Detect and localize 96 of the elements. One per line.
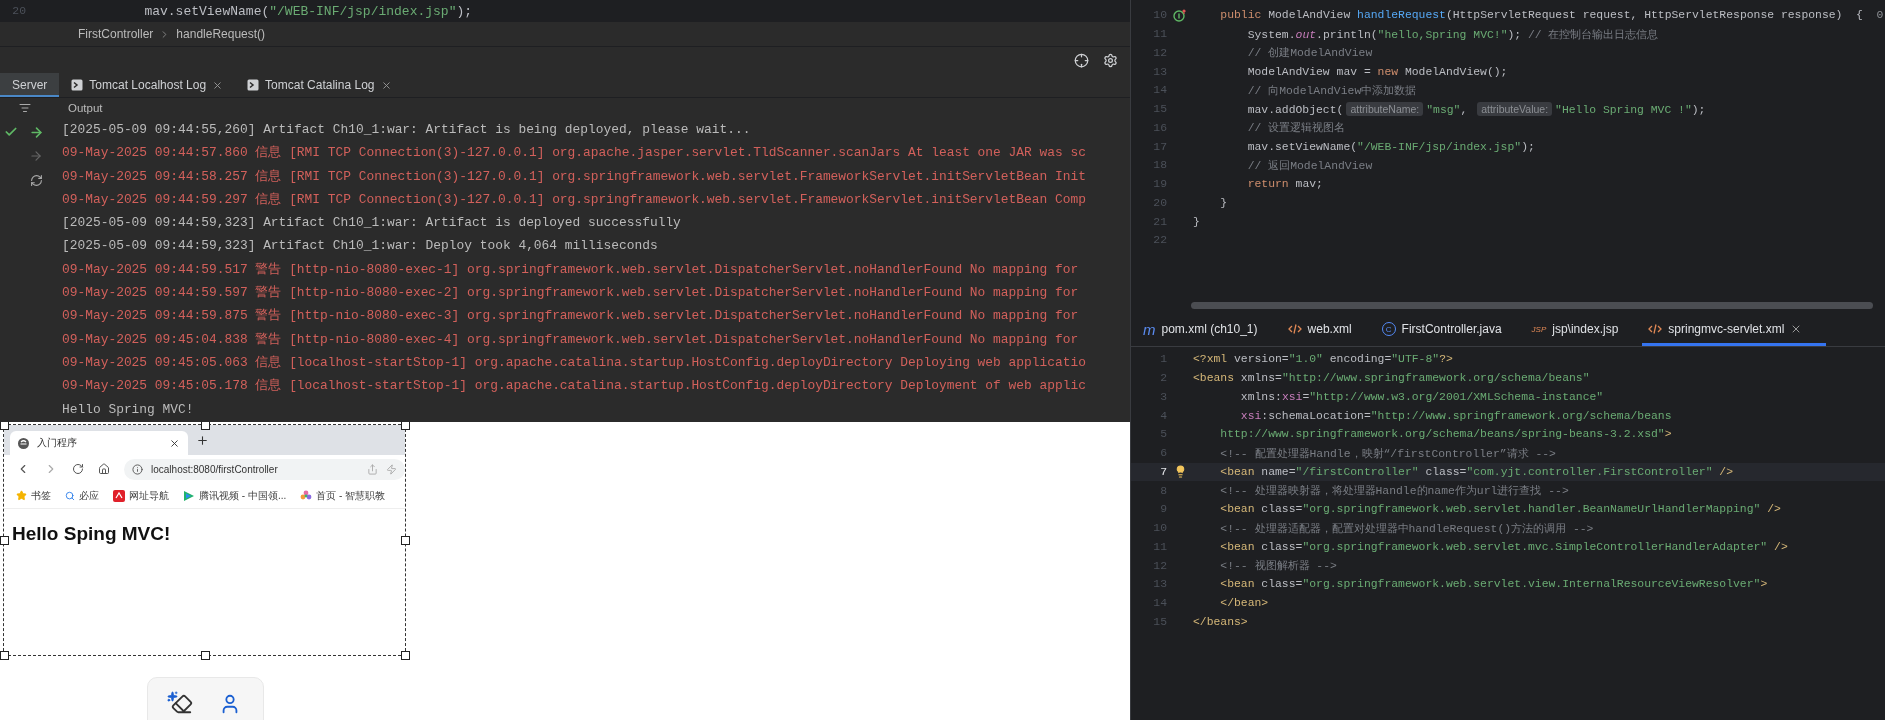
resize-handle[interactable] bbox=[0, 536, 9, 545]
code-line: <bean name="/firstController" class="com.yjt.controller.FirstController" /> bbox=[1219, 465, 1734, 478]
code-line: <bean class="org.springframework.web.servlet.handler.BeanNameUrlHandlerMapping" /> bbox=[1219, 503, 1781, 516]
log-line: [2025-05-09 09:44:55,260] Artifact Ch10_1:war: Artifact is being deployed, please wait... bbox=[62, 121, 751, 139]
file-tab[interactable]: C FirstController.java bbox=[1375, 312, 1526, 346]
code-icon bbox=[1648, 323, 1663, 335]
resize-handle[interactable] bbox=[401, 651, 410, 660]
page-heading: Hello Sping MVC! bbox=[12, 523, 171, 545]
jsp-icon: JSP bbox=[1531, 324, 1547, 334]
log-line: [2025-05-09 09:44:59,323] Artifact Ch10_1:war: Artifact is deployed successfully bbox=[62, 214, 681, 233]
output-label: Output bbox=[68, 102, 103, 114]
navigation-icon bbox=[113, 489, 125, 502]
log-line: 09-May-2025 09:44:59.297 信息 [RMI TCP Connection(3)-127.0.0.1] org.springframework.web.servlet.FrameworkServlet.initServletBean Comp bbox=[62, 190, 1086, 209]
reload-icon[interactable] bbox=[72, 463, 84, 475]
log-line: 09-May-2025 09:44:59.875 警告 [http-nio-8080-exec-3] org.springframework.web.servlet.DispatcherServlet.noHandlerFound No mapping for bbox=[62, 307, 1079, 326]
log-line: [2025-05-09 09:44:59,323] Artifact Ch10_1:war: Deploy took 4,064 milliseconds bbox=[62, 237, 658, 256]
close-icon[interactable] bbox=[380, 79, 392, 91]
check-icon bbox=[4, 125, 18, 139]
console-tab[interactable]: Tomcat Catalina Log bbox=[235, 73, 404, 97]
code-line: </bean> bbox=[1219, 597, 1269, 610]
code-line: <!-- 处理器映射器，将处理器Handle的name作为url进行查找 --> bbox=[1219, 484, 1569, 499]
code-line: mav.setViewName("/WEB-INF/jsp/index.jsp"); bbox=[143, 3, 473, 19]
log-line: 09-May-2025 09:45:04.838 警告 [http-nio-8080-exec-4] org.springframework.web.servlet.DispatcherServlet.noHandlerFound No mapping for bbox=[62, 330, 1079, 349]
log-line: 09-May-2025 09:45:05.178 信息 [localhost-startStop-1] org.apache.catalina.startup.HostConfig.deployDirectory Deployment of web applic bbox=[62, 377, 1086, 396]
bookmark[interactable]: 首页 - 智慧职教 bbox=[300, 488, 386, 503]
deploy-icon[interactable] bbox=[28, 124, 44, 140]
line-number: 7 bbox=[1159, 465, 1167, 478]
resize-handle[interactable] bbox=[200, 651, 210, 660]
console-tab[interactable]: Tomcat Localhost Log bbox=[59, 73, 236, 97]
code-line: <beans xmlns="http://www.springframework.org/schema/beans" bbox=[1193, 372, 1590, 385]
code-line: } bbox=[1219, 196, 1228, 209]
resize-handle[interactable] bbox=[0, 422, 9, 430]
settings-icon[interactable] bbox=[1103, 52, 1118, 68]
file-tab[interactable]: m pom.xml (ch10_1) bbox=[1137, 312, 1282, 346]
close-icon[interactable] bbox=[169, 437, 180, 449]
search-icon bbox=[65, 490, 75, 501]
home-icon[interactable] bbox=[98, 463, 110, 475]
resize-handle[interactable] bbox=[401, 536, 410, 545]
close-icon[interactable] bbox=[212, 79, 224, 91]
flower-icon bbox=[300, 489, 313, 502]
new-tab-icon[interactable] bbox=[196, 433, 209, 447]
file-tab[interactable]: JSP jsp\index.jsp bbox=[1525, 312, 1643, 346]
code-line: <?xml version="1.0" encoding="UTF-8"?> bbox=[1193, 353, 1453, 366]
browser-tab[interactable]: 入门程序 bbox=[10, 431, 188, 455]
code-line: <bean class="org.springframework.web.servlet.view.InternalResourceViewResolver"> bbox=[1219, 578, 1768, 591]
code-line: // 向ModelAndView中添加数据 bbox=[1246, 83, 1417, 98]
info-icon bbox=[132, 463, 143, 475]
code-line: http://www.springframework.org/schema/beans/spring-beans-3.2.xsd"> bbox=[1219, 428, 1672, 441]
code-line: public ModelAndView handleRequest(HttpServletRequest request, HttpServletResponse response) { 0 bbox=[1219, 9, 1884, 22]
code-icon bbox=[1287, 323, 1302, 335]
code-line: <!-- 处理器适配器，配置对处理器中handleRequest()方法的调用 --> bbox=[1219, 521, 1594, 536]
code-line: } bbox=[1193, 215, 1200, 228]
code-line: return mav; bbox=[1246, 178, 1323, 191]
override-marker-icon bbox=[1173, 8, 1187, 22]
crosshair-icon[interactable] bbox=[1074, 52, 1089, 68]
code-line: ModelAndView mav = new ModelAndView(); bbox=[1246, 65, 1508, 78]
play-icon bbox=[183, 489, 195, 502]
log-line: 09-May-2025 09:44:59.517 警告 [http-nio-8080-exec-1] org.springframework.web.servlet.DispatcherServlet.noHandlerFound No mapping for bbox=[62, 260, 1079, 279]
code-line: // 返回ModelAndView bbox=[1246, 158, 1373, 173]
code-line: xmlns:xsi="http://www.w3.org/2001/XMLSchema-instance" bbox=[1239, 390, 1604, 403]
terminal-icon bbox=[247, 79, 260, 91]
log-line: 09-May-2025 09:45:05.063 信息 [localhost-startStop-1] org.apache.catalina.startup.HostConfig.deployDirectory Deploying web applicatio bbox=[62, 353, 1086, 372]
bookmark[interactable]: 书签 bbox=[16, 488, 51, 503]
bookmark[interactable]: 腾讯视频 - 中国领... bbox=[183, 488, 287, 503]
browser-logo-icon bbox=[18, 437, 29, 449]
log-line: 09-May-2025 09:44:57.860 信息 [RMI TCP Connection(3)-127.0.0.1] org.apache.jasper.servlet.TldScanner.scanJars At least one JAR was sc bbox=[62, 144, 1086, 163]
eraser-icon[interactable] bbox=[170, 693, 193, 715]
code-line: // 创建ModelAndView bbox=[1246, 46, 1373, 61]
console-tab[interactable]: Server bbox=[0, 73, 60, 97]
code-line: </beans> bbox=[1193, 615, 1248, 628]
bookmark[interactable]: 必应 bbox=[65, 488, 99, 503]
code-line: System.out.println("hello,Spring MVC!"); // 在控制台输出日志信息 bbox=[1246, 27, 1659, 42]
terminal-icon bbox=[71, 79, 84, 91]
log-line: Hello Spring MVC! bbox=[62, 400, 194, 419]
maven-icon: m bbox=[1143, 320, 1156, 338]
resize-handle[interactable] bbox=[401, 422, 410, 430]
log-line: 09-May-2025 09:44:58.257 信息 [RMI TCP Connection(3)-127.0.0.1] org.springframework.web.servlet.FrameworkServlet.initServletBean Init bbox=[62, 167, 1086, 186]
code-line: mav.addObject( attributeName: "msg", attributeValue: "Hello Spring MVC !"); bbox=[1246, 102, 1706, 116]
refresh-icon[interactable] bbox=[29, 173, 43, 187]
bookmark[interactable]: 网址导航 bbox=[113, 488, 169, 503]
scrollbar[interactable] bbox=[1191, 301, 1873, 309]
file-tab[interactable]: web.xml bbox=[1281, 312, 1376, 346]
code-line: <bean class="org.springframework.web.servlet.mvc.SimpleControllerHandlerAdapter" /> bbox=[1219, 540, 1788, 553]
code-line: xsi:schemaLocation="http://www.springframework.org/schema/beans bbox=[1239, 409, 1672, 422]
log-line: 09-May-2025 09:44:59.597 警告 [http-nio-8080-exec-2] org.springframework.web.servlet.DispatcherServlet.noHandlerFound No mapping for bbox=[62, 284, 1079, 303]
file-tab[interactable]: springmvc-servlet.xml bbox=[1642, 312, 1827, 346]
code-line: // 设置逻辑视图名 bbox=[1246, 121, 1346, 136]
resize-handle[interactable] bbox=[200, 422, 210, 430]
code-line: <!-- 视图解析器 --> bbox=[1219, 559, 1337, 574]
code-line: <!-- 配置处理器Handle，映射“/firstController”请求 --> bbox=[1219, 446, 1556, 461]
breadcrumb-item[interactable]: FirstController bbox=[78, 27, 154, 41]
filter-icon[interactable] bbox=[19, 102, 31, 114]
star-icon bbox=[16, 490, 27, 501]
code-line: mav.setViewName("/WEB-INF/jsp/index.jsp"); bbox=[1246, 140, 1535, 153]
resize-handle[interactable] bbox=[0, 651, 9, 660]
breadcrumb-item[interactable]: handleRequest() bbox=[176, 27, 266, 41]
